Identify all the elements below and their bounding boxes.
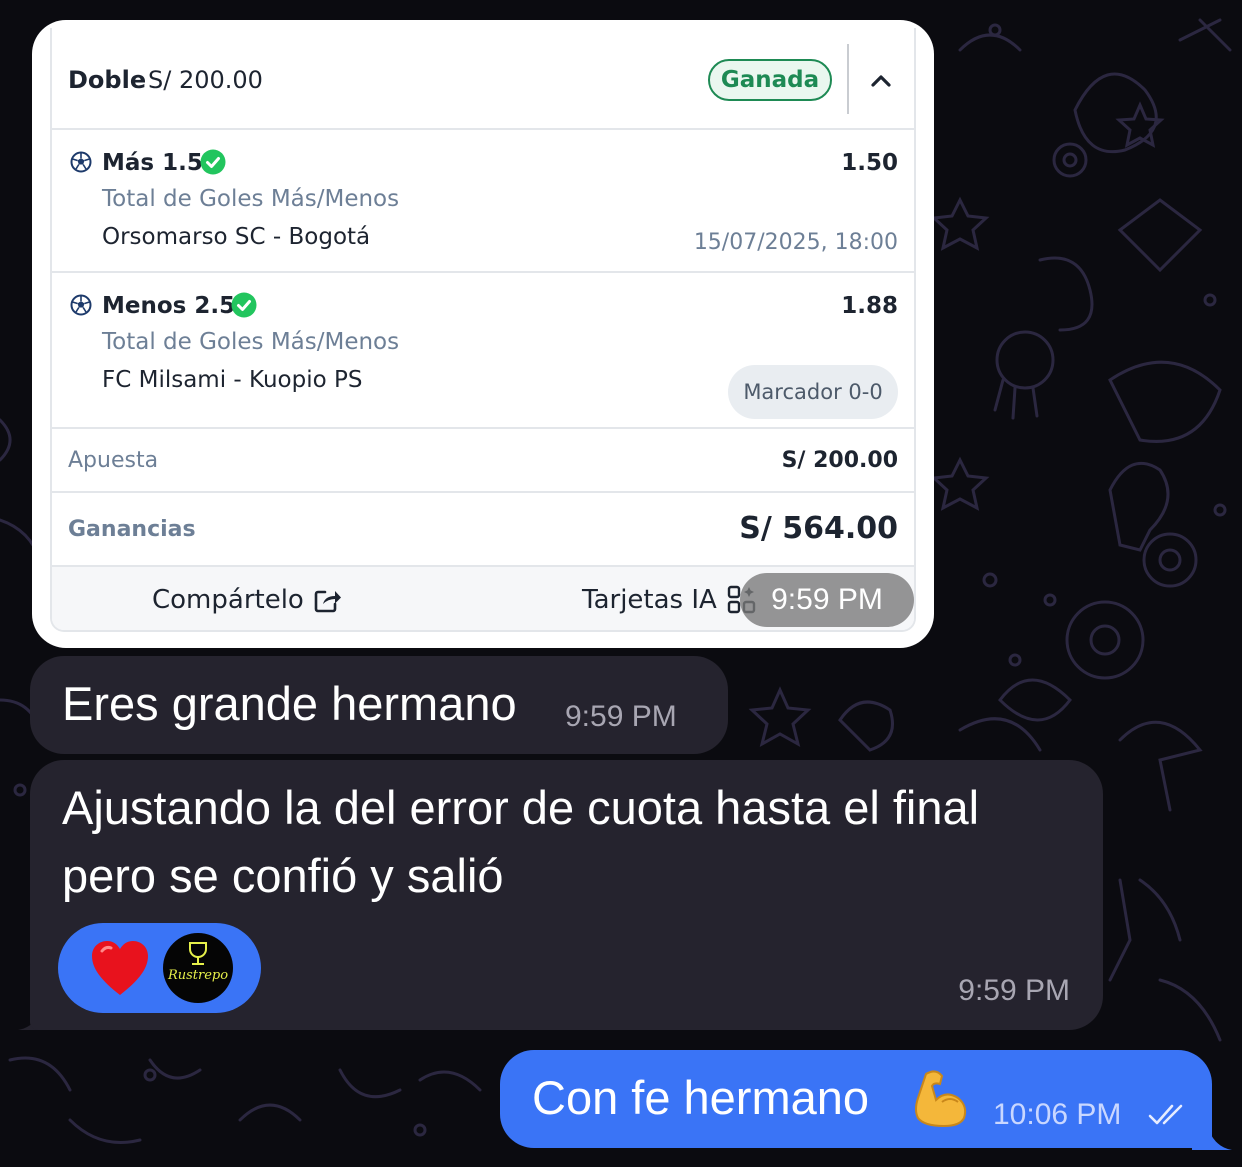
score-chip: Marcador 0-0 (728, 365, 898, 419)
winnings-row: Ganancias S/ 564.00 (52, 493, 914, 567)
message-time: 9:59 PM (565, 700, 677, 733)
message-text-line: pero se confió y salió (62, 849, 504, 902)
stake-row: Apuesta S/ 200.00 (52, 429, 914, 493)
trophy-logo-icon: Rustrepo (167, 942, 228, 983)
incoming-message[interactable]: Eres grande hermano 9:59 PM (30, 656, 728, 754)
check-circle-icon (200, 149, 226, 175)
flexed-biceps-icon (915, 1070, 967, 1128)
bet-selection: Menos 2.5 1.88 Total de Goles Más/Menos … (52, 273, 914, 429)
selection-event: Orsomarso SC - Bogotá (102, 224, 371, 250)
bet-slip-image-message[interactable]: Doble S/ 200.00 Ganada Más 1.5 1.50 Tota… (32, 20, 934, 648)
selection-pick: Más 1.5 (102, 150, 203, 176)
selection-pick: Menos 2.5 (102, 293, 236, 319)
share-button[interactable]: Compártelo (152, 581, 342, 619)
bet-type: Doble (68, 66, 147, 94)
selection-odds: 1.50 (841, 150, 898, 176)
selection-market: Total de Goles Más/Menos (102, 186, 400, 212)
image-message-time: 9:59 PM (740, 573, 914, 627)
ai-cards-label: Tarjetas IA (582, 585, 717, 615)
incoming-message[interactable]: Ajustando la del error de cuota hasta el… (30, 760, 1103, 1030)
selection-market: Total de Goles Más/Menos (102, 329, 400, 355)
message-text-line: Ajustando la del error de cuota hasta el… (62, 781, 980, 834)
red-heart-icon (92, 941, 148, 995)
stake-value: S/ 200.00 (781, 448, 898, 473)
soccer-ball-icon (70, 294, 92, 316)
avatar[interactable]: Rustrepo (163, 933, 233, 1003)
selection-event: FC Milsami - Kuopio PS (102, 367, 363, 393)
message-text: Eres grande hermano (62, 677, 517, 730)
header-divider (847, 44, 849, 114)
outgoing-message[interactable]: Con fe hermano 10:06 PM (500, 1050, 1212, 1148)
bet-slip-header[interactable]: Doble S/ 200.00 Ganada (52, 28, 914, 130)
bet-header-amount: S/ 200.00 (148, 66, 263, 94)
check-circle-icon (231, 292, 257, 318)
selection-datetime: 15/07/2025, 18:00 (693, 230, 898, 255)
selection-odds: 1.88 (841, 293, 898, 319)
winnings-value: S/ 564.00 (739, 511, 898, 546)
ai-cards-button[interactable]: Tarjetas IA (582, 581, 757, 619)
share-label: Compártelo (152, 585, 304, 615)
message-text: Con fe hermano (532, 1071, 870, 1124)
bet-slip-card: Doble S/ 200.00 Ganada Más 1.5 1.50 Tota… (50, 28, 916, 632)
read-receipt-icon (1148, 1104, 1183, 1125)
bet-selection: Más 1.5 1.50 Total de Goles Más/Menos Or… (52, 130, 914, 273)
chevron-up-icon[interactable] (864, 64, 898, 96)
avatar-logo-text: Rustrepo (167, 968, 228, 983)
message-reactions[interactable]: Rustrepo (58, 923, 261, 1013)
stake-label: Apuesta (68, 448, 159, 473)
winnings-label: Ganancias (68, 517, 196, 542)
message-time: 10:06 PM (993, 1098, 1122, 1131)
message-time: 9:59 PM (958, 974, 1070, 1007)
status-badge: Ganada (708, 59, 832, 101)
share-icon (314, 590, 341, 613)
soccer-ball-icon (70, 151, 92, 173)
